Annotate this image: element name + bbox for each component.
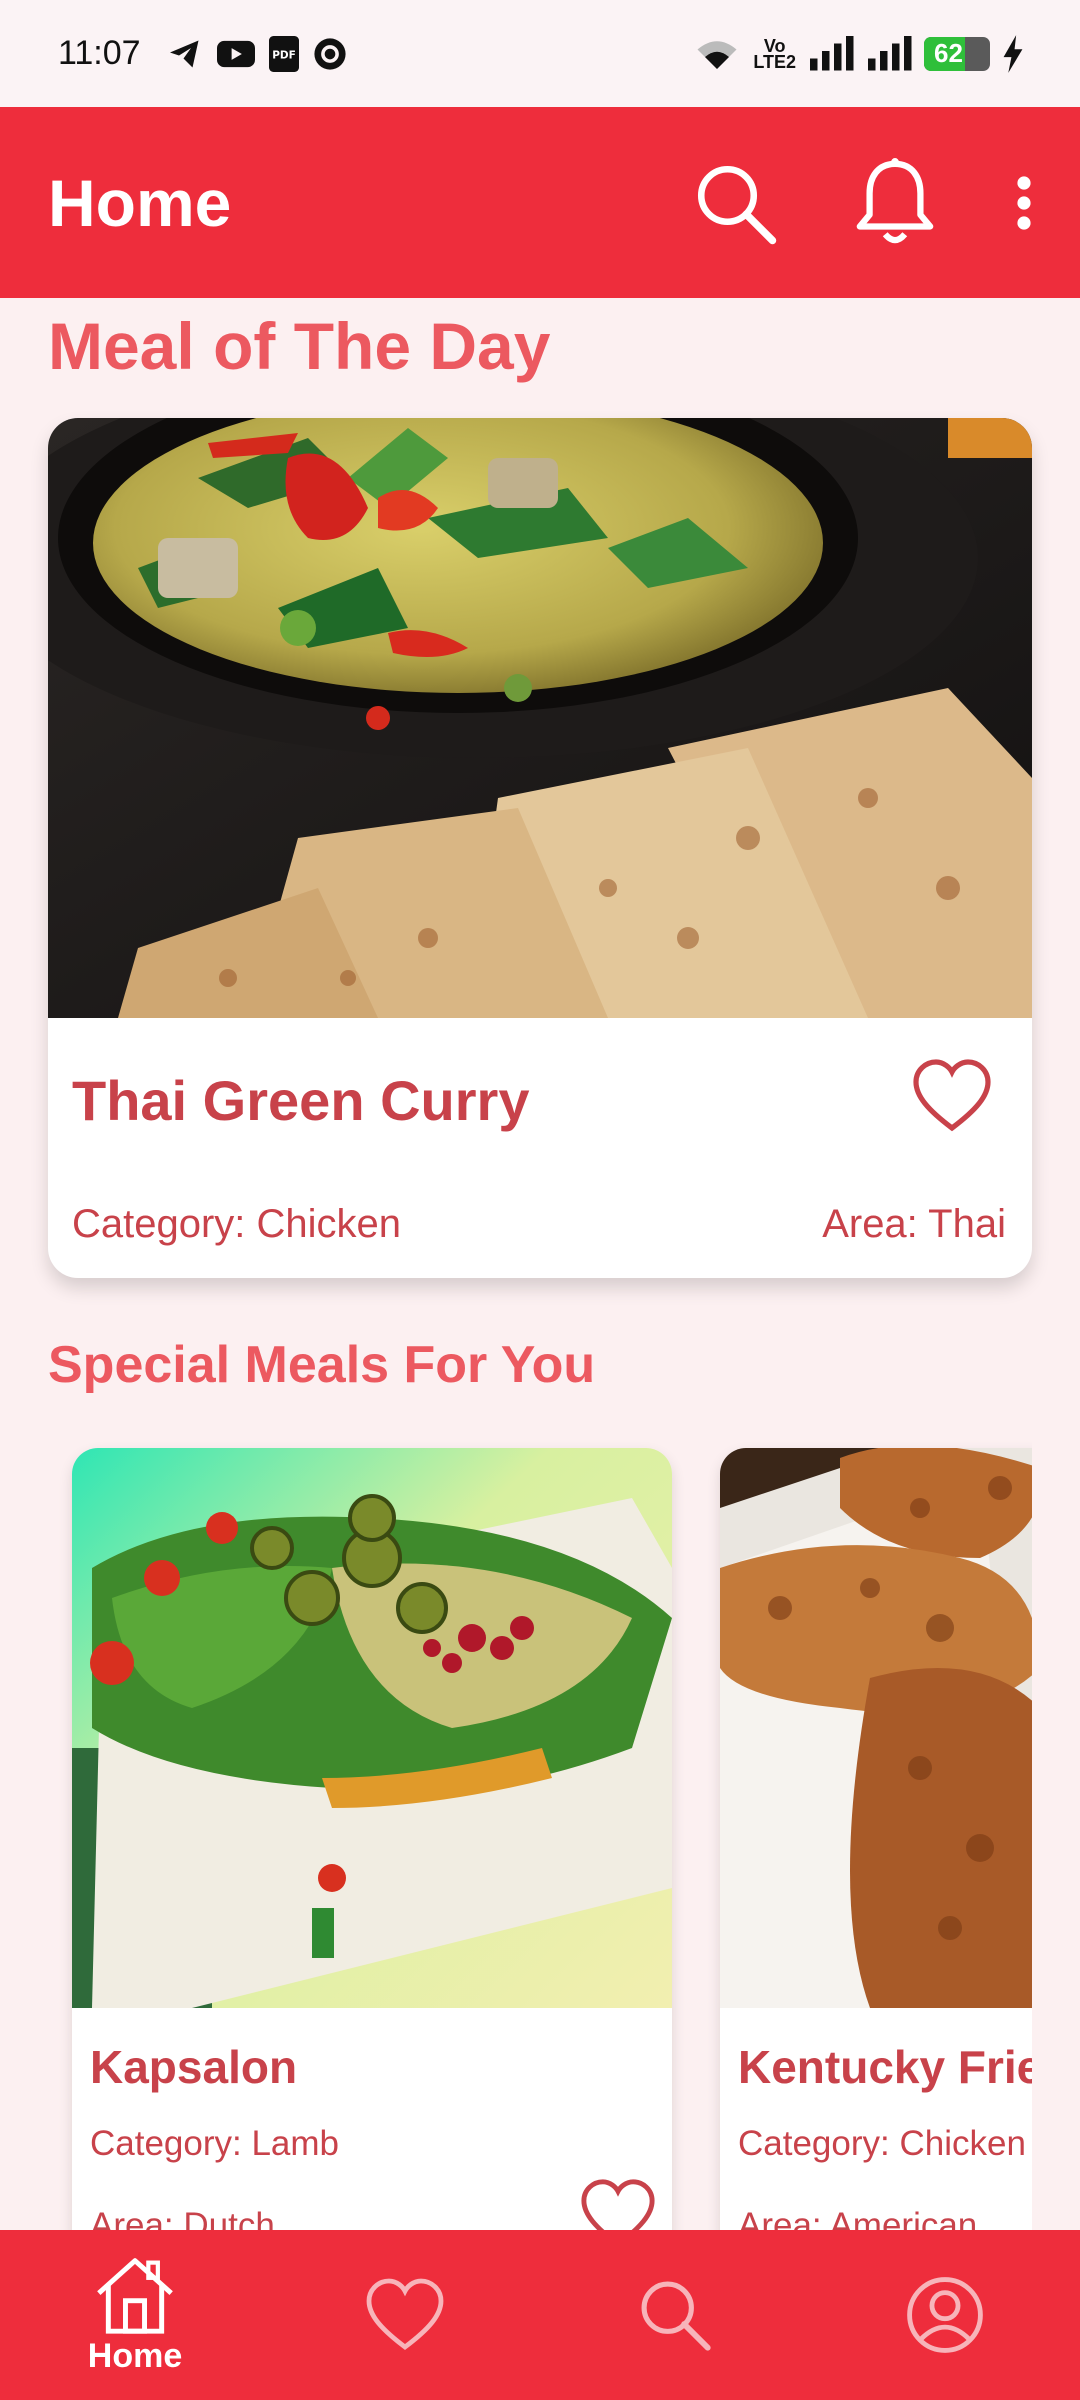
nav-item-search[interactable] <box>540 2230 810 2400</box>
meal-area: Area: American <box>738 2206 978 2230</box>
status-bar: 11:07 PDF Vo LTE2 62 <box>0 0 1080 107</box>
meal-name: Kentucky Fried Chicken <box>738 2041 1032 2093</box>
volte-bottom-text: LTE2 <box>753 51 796 72</box>
more-vert-icon[interactable] <box>1016 175 1032 231</box>
meal-of-the-day-title: Meal of The Day <box>48 309 551 383</box>
system-icons: Vo LTE2 62 <box>693 34 1024 73</box>
meal-photo <box>72 1448 672 2008</box>
meal-photo <box>720 1448 1032 2008</box>
meal-card[interactable]: Kentucky Fried Chicken Category: Chicken… <box>720 1448 1032 2230</box>
nav-item-favorites[interactable] <box>270 2230 540 2400</box>
nav-item-profile[interactable] <box>810 2230 1080 2400</box>
special-meals-title: Special Meals For You <box>48 1336 596 1394</box>
heart-icon <box>366 2278 444 2351</box>
meal-card[interactable]: Kapsalon Category: Lamb Area: Dutch <box>72 1448 672 2230</box>
meal-area: Area: Thai <box>822 1202 1006 1246</box>
meal-area: Area: Dutch <box>90 2206 275 2230</box>
meal-category: Category: Chicken <box>738 2124 1026 2163</box>
meal-category: Category: Lamb <box>90 2124 340 2163</box>
signal-icon <box>866 35 912 72</box>
search-icon[interactable] <box>690 158 780 248</box>
pdf-icon: PDF <box>268 35 299 72</box>
signal-icon <box>808 35 854 72</box>
nav-item-home[interactable]: Home <box>0 2230 270 2400</box>
browser-icon <box>313 37 347 71</box>
meal-name: Kapsalon <box>90 2041 298 2093</box>
wifi-icon <box>693 36 741 72</box>
youtube-icon <box>216 39 255 69</box>
volte-label: Vo LTE2 <box>753 37 796 72</box>
home-icon <box>97 2257 173 2334</box>
page-title: Home <box>48 165 232 240</box>
svg-text:PDF: PDF <box>272 49 296 61</box>
favorite-heart-icon[interactable] <box>912 1058 992 1139</box>
special-meals-list[interactable]: Kapsalon Category: Lamb Area: Dutch Kent… <box>48 1440 1032 2230</box>
bottom-navigation: Home <box>0 2230 1080 2400</box>
status-time: 11:07 <box>58 34 141 72</box>
profile-icon <box>907 2277 983 2353</box>
meal-category: Category: Chicken <box>72 1202 402 1246</box>
charging-icon <box>1002 34 1024 73</box>
meal-of-the-day-card[interactable]: Thai Green Curry Category: Chicken Area:… <box>48 418 1032 1278</box>
search-icon <box>641 2281 711 2351</box>
app-bar: Home <box>0 107 1080 298</box>
battery-icon: 62 <box>924 36 990 71</box>
app-bar-actions <box>690 155 1032 251</box>
bell-icon[interactable] <box>852 155 938 251</box>
telegram-icon <box>167 36 203 72</box>
favorite-heart-icon[interactable] <box>580 2178 656 2230</box>
meal-name: Thai Green Curry <box>72 1069 530 1132</box>
nav-label-home: Home <box>87 2336 183 2375</box>
battery-level: 62 <box>934 38 963 68</box>
notification-icons: PDF <box>167 35 347 72</box>
meal-photo <box>48 418 1032 1018</box>
